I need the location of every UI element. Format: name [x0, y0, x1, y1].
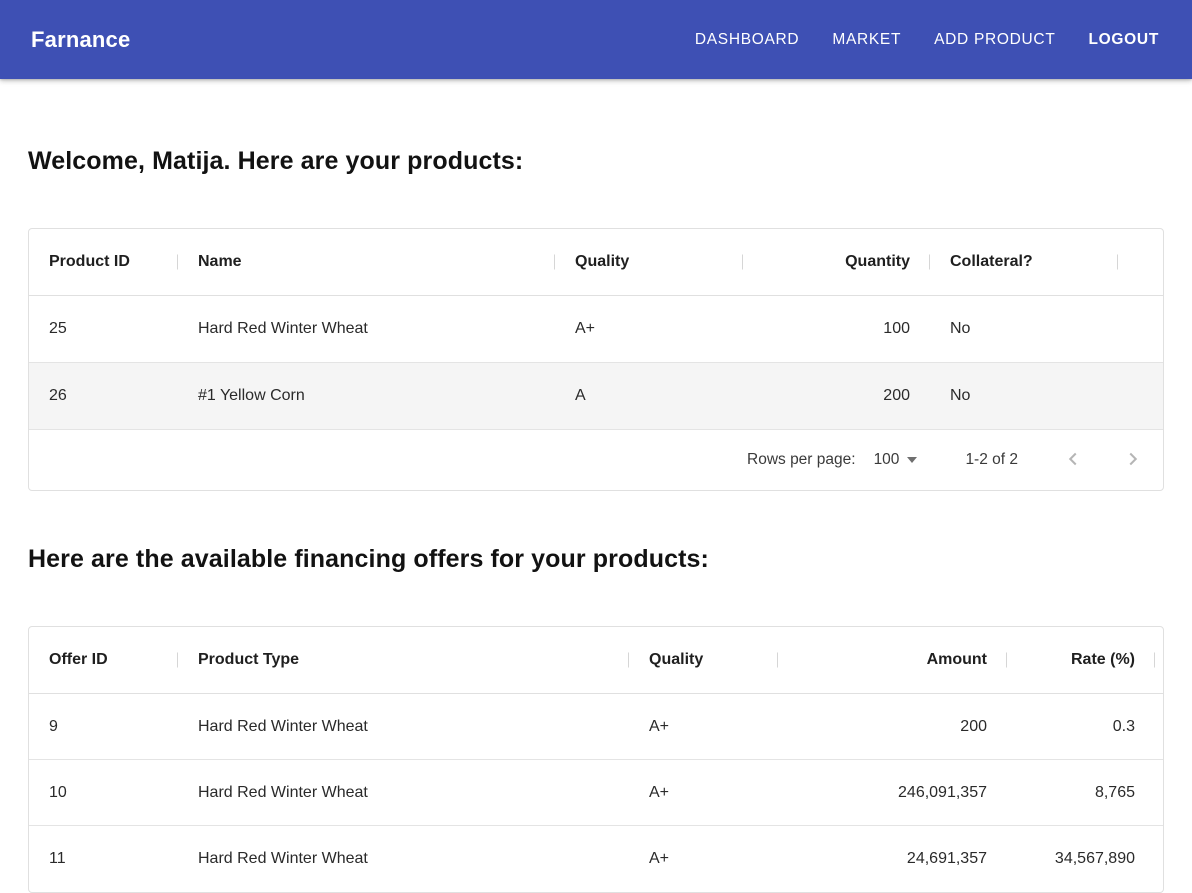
cell-quality: A+: [629, 826, 778, 892]
nav-market[interactable]: MARKET: [832, 31, 901, 49]
cell-amount: 24,691,357: [778, 826, 1007, 892]
pagination-bar: Rows per page: 100 1-2 of 2: [29, 430, 1163, 490]
cell-amount: 200: [778, 694, 1007, 759]
brand-logo[interactable]: Farnance: [31, 27, 130, 53]
cell-name: Hard Red Winter Wheat: [178, 296, 555, 362]
column-header-product-id[interactable]: Product ID: [29, 229, 178, 295]
column-header-amount[interactable]: Amount: [778, 627, 1007, 693]
chevron-left-icon: [1062, 448, 1084, 473]
cell-quantity: 100: [743, 296, 930, 362]
cell-collateral: No: [930, 363, 1118, 429]
cell-quality: A+: [555, 296, 743, 362]
header-filler: [1155, 627, 1163, 693]
products-table: Product ID Name Quality Quantity Collate…: [28, 228, 1164, 491]
column-header-name[interactable]: Name: [178, 229, 555, 295]
cell-quantity: 200: [743, 363, 930, 429]
rows-per-page-value: 100: [874, 451, 900, 469]
cell-rate: 0.3: [1007, 694, 1155, 759]
cell-quality: A+: [629, 694, 778, 759]
caret-down-icon: [907, 457, 917, 468]
column-header-offer-id[interactable]: Offer ID: [29, 627, 178, 693]
cell-offer-id: 11: [29, 826, 178, 892]
cell-product-type: Hard Red Winter Wheat: [178, 826, 629, 892]
products-table-header: Product ID Name Quality Quantity Collate…: [29, 229, 1163, 296]
cell-amount: 246,091,357: [778, 760, 1007, 825]
cell-product-id: 25: [29, 296, 178, 362]
column-header-collateral[interactable]: Collateral?: [930, 229, 1118, 295]
table-row[interactable]: 26 #1 Yellow Corn A 200 No: [29, 363, 1163, 430]
main-nav: DASHBOARD MARKET ADD PRODUCT LOGOUT: [695, 31, 1159, 49]
cell-product-id: 26: [29, 363, 178, 429]
cell-quality: A: [555, 363, 743, 429]
cell-offer-id: 9: [29, 694, 178, 759]
previous-page-button[interactable]: [1053, 440, 1093, 480]
cell-collateral: No: [930, 296, 1118, 362]
table-row[interactable]: 9 Hard Red Winter Wheat A+ 200 0.3: [29, 694, 1163, 760]
cell-product-type: Hard Red Winter Wheat: [178, 694, 629, 759]
cell-product-type: Hard Red Winter Wheat: [178, 760, 629, 825]
offers-table: Offer ID Product Type Quality Amount Rat…: [28, 626, 1164, 893]
rows-per-page-select[interactable]: 100: [874, 451, 918, 469]
column-header-quality[interactable]: Quality: [555, 229, 743, 295]
nav-add-product[interactable]: ADD PRODUCT: [934, 31, 1055, 49]
cell-rate: 8,765: [1007, 760, 1155, 825]
offers-table-header: Offer ID Product Type Quality Amount Rat…: [29, 627, 1163, 694]
nav-dashboard[interactable]: DASHBOARD: [695, 31, 799, 49]
table-row[interactable]: 10 Hard Red Winter Wheat A+ 246,091,357 …: [29, 760, 1163, 826]
table-row[interactable]: 25 Hard Red Winter Wheat A+ 100 No: [29, 296, 1163, 363]
next-page-button[interactable]: [1113, 440, 1153, 480]
offers-heading: Here are the available financing offers …: [28, 544, 1164, 574]
table-row[interactable]: 11 Hard Red Winter Wheat A+ 24,691,357 3…: [29, 826, 1163, 892]
chevron-right-icon: [1122, 448, 1144, 473]
column-header-rate[interactable]: Rate (%): [1007, 627, 1155, 693]
rows-per-page-label: Rows per page:: [747, 451, 856, 469]
cell-quality: A+: [629, 760, 778, 825]
cell-offer-id: 10: [29, 760, 178, 825]
products-heading: Welcome, Matija. Here are your products:: [28, 146, 1164, 176]
cell-rate: 34,567,890: [1007, 826, 1155, 892]
header-filler: [1118, 229, 1163, 295]
page-content: Welcome, Matija. Here are your products:…: [0, 79, 1192, 893]
pagination-range: 1-2 of 2: [965, 451, 1018, 469]
column-header-quality[interactable]: Quality: [629, 627, 778, 693]
column-header-quantity[interactable]: Quantity: [743, 229, 930, 295]
app-bar: Farnance DASHBOARD MARKET ADD PRODUCT LO…: [0, 0, 1192, 79]
cell-name: #1 Yellow Corn: [178, 363, 555, 429]
column-header-product-type[interactable]: Product Type: [178, 627, 629, 693]
nav-logout[interactable]: LOGOUT: [1089, 31, 1160, 49]
